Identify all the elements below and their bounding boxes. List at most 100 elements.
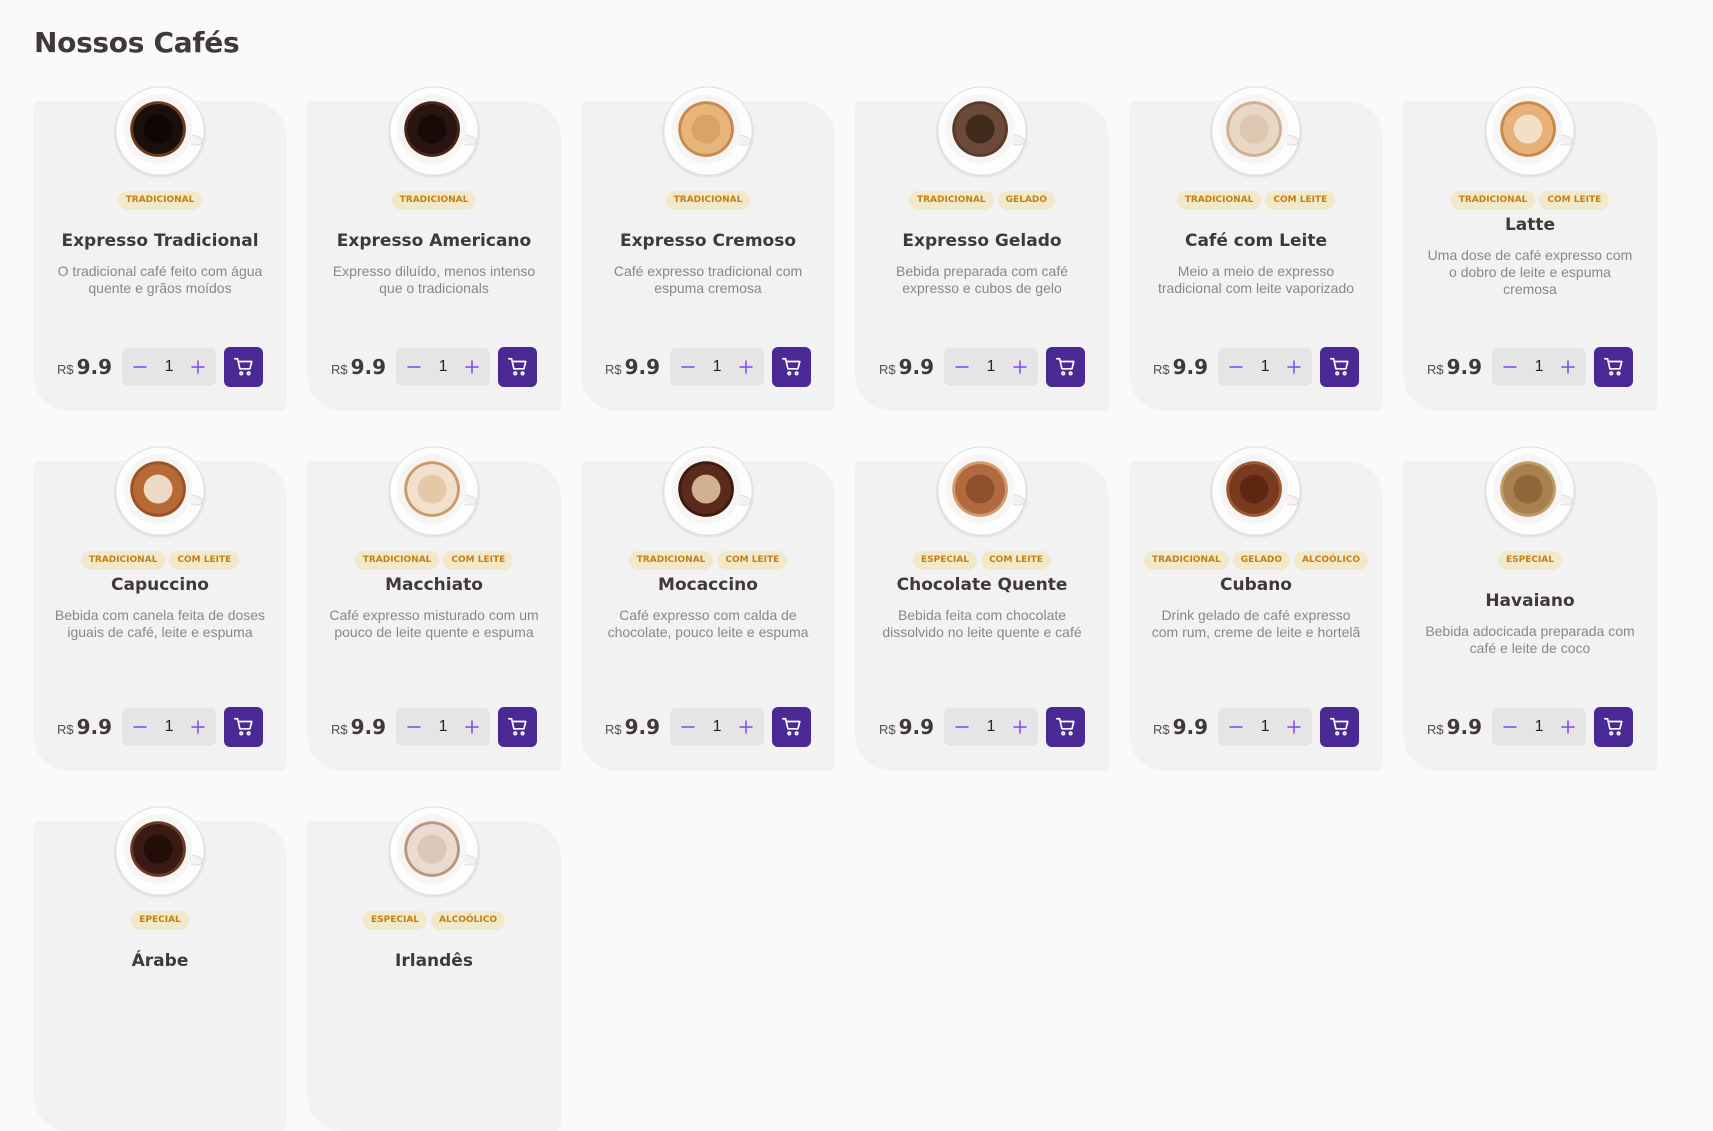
currency-label: R$ — [605, 722, 622, 737]
increase-quantity-button[interactable] — [1010, 357, 1030, 377]
increase-quantity-button[interactable] — [1558, 717, 1578, 737]
increase-quantity-button[interactable] — [736, 717, 756, 737]
coffee-image — [112, 83, 208, 179]
price: R$ 9.9 — [1427, 715, 1482, 739]
add-to-cart-button[interactable] — [1046, 347, 1085, 387]
price-value: 9.9 — [1172, 715, 1209, 739]
add-to-cart-button[interactable] — [1320, 347, 1359, 387]
shopping-cart-icon — [1055, 717, 1075, 736]
quantity-value: 1 — [438, 718, 448, 735]
increase-quantity-button[interactable] — [188, 717, 208, 737]
coffee-name: Árabe — [131, 951, 189, 971]
increase-quantity-button[interactable] — [188, 357, 208, 377]
decrease-quantity-button[interactable] — [130, 357, 150, 377]
coffee-description: O tradicional café feito com água quente… — [57, 263, 263, 296]
shopping-cart-icon — [233, 357, 253, 376]
currency-label: R$ — [605, 362, 622, 377]
price: R$ 9.9 — [1153, 355, 1208, 379]
quantity-stepper: 1 — [122, 348, 217, 386]
tag-list: Especial — [1403, 551, 1657, 570]
add-to-cart-button[interactable] — [1594, 347, 1633, 387]
coffee-card: Tradicional Expresso Cremoso Café expres… — [581, 86, 835, 411]
coffee-cup-image — [1483, 446, 1577, 539]
buy-section: R$ 9.9 1 — [1153, 707, 1359, 747]
decrease-quantity-button[interactable] — [1226, 717, 1246, 737]
increase-quantity-button[interactable] — [1558, 357, 1578, 377]
coffee-name: Chocolate Quente — [896, 575, 1068, 595]
coffee-image — [934, 83, 1030, 179]
increase-quantity-button[interactable] — [736, 357, 756, 377]
increase-quantity-button[interactable] — [1010, 717, 1030, 737]
currency-label: R$ — [331, 362, 348, 377]
decrease-quantity-button[interactable] — [130, 717, 150, 737]
tag-badge: Alcoólico — [431, 911, 505, 930]
tag-list: Tradicional Gelado — [855, 191, 1109, 210]
decrease-quantity-button[interactable] — [404, 717, 424, 737]
add-to-cart-button[interactable] — [498, 707, 537, 747]
quantity-value: 1 — [438, 358, 448, 375]
quantity-stepper: 1 — [122, 708, 217, 746]
increase-quantity-button[interactable] — [1284, 717, 1304, 737]
coffee-card: Tradicional Com leite Mocaccino Café expr… — [581, 446, 835, 771]
coffee-name: Expresso Gelado — [902, 231, 1062, 251]
tag-badge: Especial — [913, 551, 978, 570]
add-to-cart-button[interactable] — [498, 347, 537, 387]
tag-list: Tradicional — [307, 191, 561, 210]
tag-badge: Tradicional — [1176, 191, 1262, 210]
plus-icon — [1561, 360, 1575, 374]
coffee-description: Bebida preparada com café expresso e cub… — [896, 263, 1068, 296]
price-value: 9.9 — [76, 355, 113, 379]
coffee-description: Expresso diluído, menos intenso que o tr… — [332, 263, 536, 296]
coffee-description: Drink gelado de café expresso com rum, c… — [1151, 607, 1361, 640]
add-to-cart-button[interactable] — [772, 707, 811, 747]
add-to-cart-button[interactable] — [224, 707, 263, 747]
coffee-image — [386, 803, 482, 899]
tag-list: Tradicional Com leite — [581, 551, 835, 570]
increase-quantity-button[interactable] — [462, 357, 482, 377]
coffee-cup-image — [661, 86, 755, 179]
coffee-name: Mocaccino — [658, 575, 758, 595]
buy-section: R$ 9.9 1 — [605, 707, 811, 747]
decrease-quantity-button[interactable] — [1500, 357, 1520, 377]
minus-icon — [1229, 726, 1243, 728]
price: R$ 9.9 — [605, 715, 660, 739]
price-value: 9.9 — [1446, 355, 1483, 379]
add-to-cart-button[interactable] — [1320, 707, 1359, 747]
tag-list: Tradicional — [33, 191, 287, 210]
decrease-quantity-button[interactable] — [1500, 717, 1520, 737]
buy-section: R$ 9.9 1 — [1427, 347, 1633, 387]
price-value: 9.9 — [898, 355, 935, 379]
decrease-quantity-button[interactable] — [952, 717, 972, 737]
add-to-cart-button[interactable] — [1046, 707, 1085, 747]
quantity-value: 1 — [986, 358, 996, 375]
currency-label: R$ — [1427, 722, 1444, 737]
decrease-quantity-button[interactable] — [404, 357, 424, 377]
coffee-name: Macchiato — [385, 575, 483, 595]
increase-quantity-button[interactable] — [462, 717, 482, 737]
coffee-card: Epecial Árabe — [33, 806, 287, 1131]
currency-label: R$ — [1427, 362, 1444, 377]
tag-list: Especial Com leite — [855, 551, 1109, 570]
coffee-image — [1208, 83, 1304, 179]
quantity-stepper: 1 — [1218, 348, 1313, 386]
coffee-description: Meio a meio de expresso tradicional com … — [1157, 263, 1355, 296]
shopping-cart-icon — [781, 717, 801, 736]
price-value: 9.9 — [1446, 715, 1483, 739]
shopping-cart-icon — [507, 357, 527, 376]
increase-quantity-button[interactable] — [1284, 357, 1304, 377]
quantity-stepper: 1 — [670, 348, 765, 386]
decrease-quantity-button[interactable] — [1226, 357, 1246, 377]
quantity-value: 1 — [712, 358, 722, 375]
decrease-quantity-button[interactable] — [678, 357, 698, 377]
decrease-quantity-button[interactable] — [952, 357, 972, 377]
quantity-value: 1 — [1260, 718, 1270, 735]
minus-icon — [133, 726, 147, 728]
add-to-cart-button[interactable] — [1594, 707, 1633, 747]
plus-icon — [739, 720, 753, 734]
add-to-cart-button[interactable] — [224, 347, 263, 387]
add-to-cart-button[interactable] — [772, 347, 811, 387]
price: R$ 9.9 — [57, 715, 112, 739]
minus-icon — [1229, 366, 1243, 368]
shopping-cart-icon — [1329, 717, 1349, 736]
decrease-quantity-button[interactable] — [678, 717, 698, 737]
